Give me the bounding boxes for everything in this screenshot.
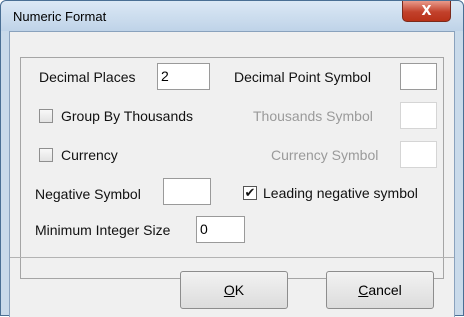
currency-checkbox[interactable] [39, 148, 53, 162]
minimum-integer-size-field[interactable]: 0 [196, 216, 245, 243]
decimal-point-symbol-label: Decimal Point Symbol [234, 69, 371, 85]
negative-symbol-field[interactable] [163, 178, 211, 205]
currency-label[interactable]: Currency [61, 147, 118, 163]
currency-symbol-label: Currency Symbol [271, 147, 379, 163]
button-bar-divider [10, 257, 454, 258]
cancel-label-rest: ancel [368, 282, 402, 298]
minimum-integer-size-label: Minimum Integer Size [35, 222, 171, 238]
cancel-button[interactable]: Cancel [326, 271, 434, 309]
decimal-point-symbol-field[interactable] [400, 63, 437, 90]
ok-label-rest: K [234, 282, 245, 298]
ok-mnemonic: O [223, 282, 235, 298]
ok-button[interactable]: OK [180, 271, 288, 309]
close-button[interactable]: X [402, 1, 451, 22]
thousands-symbol-field[interactable] [400, 102, 437, 129]
thousands-symbol-label: Thousands Symbol [253, 108, 373, 124]
dialog-content: Decimal Places 2 Decimal Point Symbol Gr… [9, 31, 455, 317]
group-by-thousands-checkbox[interactable] [39, 109, 53, 123]
negative-symbol-label: Negative Symbol [35, 186, 141, 202]
leading-negative-symbol-label[interactable]: Leading negative symbol [263, 185, 418, 201]
cancel-mnemonic: C [358, 282, 369, 298]
decimal-places-field[interactable]: 2 [157, 63, 210, 90]
format-options-panel [20, 57, 444, 279]
checkmark-icon: ✔ [244, 185, 256, 200]
close-icon: X [421, 3, 432, 19]
group-by-thousands-label[interactable]: Group By Thousands [61, 108, 193, 124]
title-bar[interactable]: Numeric Format X [1, 1, 463, 31]
decimal-places-label: Decimal Places [39, 69, 136, 85]
dialog-window: Numeric Format X Decimal Places 2 Decima… [0, 0, 464, 317]
currency-symbol-field[interactable] [400, 141, 437, 168]
leading-negative-symbol-checkbox[interactable]: ✔ [243, 186, 257, 200]
window-title: Numeric Format [13, 9, 107, 24]
